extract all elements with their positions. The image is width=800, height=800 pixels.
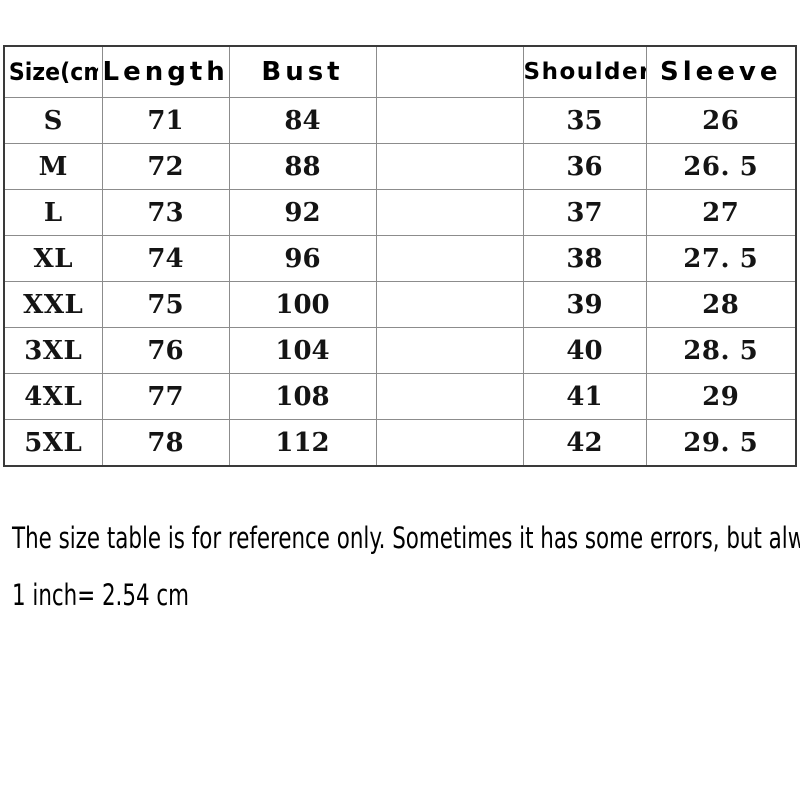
column-header-size: Size(cm) <box>7 45 99 98</box>
table-row: 4XL 77 108 41 29 <box>3 373 797 420</box>
cell-length: 78 <box>101 419 230 467</box>
cell-bust: 104 <box>228 327 377 374</box>
table-row: 3XL 76 104 40 28. 5 <box>3 327 797 374</box>
cell-length: 74 <box>101 235 230 282</box>
cell-blank <box>375 235 524 282</box>
cell-size: L <box>3 189 103 236</box>
cell-shoulder: 38 <box>522 235 647 282</box>
note-inch-conversion: 1 inch= 2.54 cm <box>12 578 189 612</box>
cell-length: 77 <box>101 373 230 420</box>
cell-size: S <box>3 97 103 144</box>
cell-length: 72 <box>101 143 230 190</box>
cell-bust: 92 <box>228 189 377 236</box>
column-header-length: Length <box>101 45 230 98</box>
cell-size: M <box>3 143 103 190</box>
size-chart-container: Size(cm)LengthBustShoulderSleeveS7184352… <box>3 45 797 467</box>
cell-length: 71 <box>101 97 230 144</box>
table-row: 5XL 78 112 42 29. 5 <box>3 419 797 467</box>
cell-length: 75 <box>101 281 230 328</box>
cell-blank <box>375 143 524 190</box>
table-row: XXL 75 100 39 28 <box>3 281 797 328</box>
column-header-blank <box>375 45 524 98</box>
cell-length: 73 <box>101 189 230 236</box>
column-header-shoulder: Shoulder <box>522 45 647 98</box>
cell-blank <box>375 373 524 420</box>
cell-sleeve: 26. 5 <box>645 143 797 190</box>
cell-bust: 84 <box>228 97 377 144</box>
cell-sleeve: 28. 5 <box>645 327 797 374</box>
table-row: S 71 84 35 26 <box>3 97 797 144</box>
cell-length: 76 <box>101 327 230 374</box>
cell-bust: 88 <box>228 143 377 190</box>
size-chart-table: Size(cm)LengthBustShoulderSleeveS7184352… <box>3 45 797 467</box>
cell-bust: 100 <box>228 281 377 328</box>
cell-blank <box>375 189 524 236</box>
column-header-sleeve: Sleeve <box>645 45 797 98</box>
cell-shoulder: 40 <box>522 327 647 374</box>
cell-blank <box>375 97 524 144</box>
cell-shoulder: 41 <box>522 373 647 420</box>
cell-sleeve: 29 <box>645 373 797 420</box>
cell-sleeve: 28 <box>645 281 797 328</box>
note-reference-only: The size table is for reference only. So… <box>12 521 800 555</box>
cell-bust: 112 <box>228 419 377 467</box>
cell-size: XL <box>3 235 103 282</box>
table-row: XL 74 96 38 27. 5 <box>3 235 797 282</box>
cell-shoulder: 42 <box>522 419 647 467</box>
cell-sleeve: 27 <box>645 189 797 236</box>
cell-size: 4XL <box>3 373 103 420</box>
cell-shoulder: 39 <box>522 281 647 328</box>
cell-shoulder: 35 <box>522 97 647 144</box>
table-header-row: Size(cm)LengthBust ShoulderSleeve <box>4 45 797 98</box>
column-header-bust: Bust <box>228 45 377 98</box>
cell-bust: 108 <box>228 373 377 420</box>
table-row: L 73 92 37 27 <box>3 189 797 236</box>
cell-blank <box>375 281 524 328</box>
cell-shoulder: 37 <box>522 189 647 236</box>
cell-size: XXL <box>3 281 103 328</box>
table-row: M 72 88 36 26. 5 <box>3 143 797 190</box>
cell-sleeve: 26 <box>645 97 797 144</box>
cell-bust: 96 <box>228 235 377 282</box>
cell-size: 3XL <box>3 327 103 374</box>
cell-blank <box>375 419 524 467</box>
cell-blank <box>375 327 524 374</box>
cell-sleeve: 27. 5 <box>645 235 797 282</box>
cell-sleeve: 29. 5 <box>645 419 797 467</box>
cell-size: 5XL <box>3 419 103 467</box>
cell-shoulder: 36 <box>522 143 647 190</box>
